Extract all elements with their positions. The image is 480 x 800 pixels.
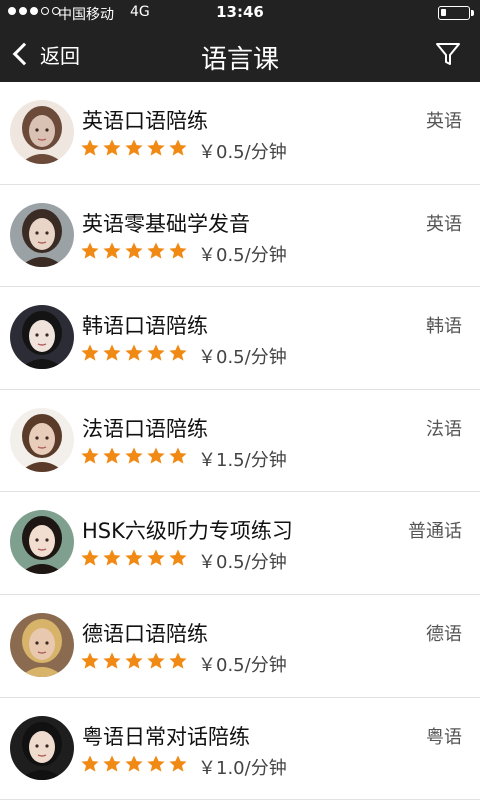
star-icon (125, 139, 143, 156)
avatar-portrait (10, 612, 74, 677)
star-icon (125, 242, 143, 259)
star-rating (80, 138, 188, 158)
star-icon (81, 549, 99, 566)
star-icon (103, 652, 121, 669)
star-icon (125, 549, 143, 566)
star-icon (169, 549, 187, 566)
course-language-tag: 韩语 (426, 316, 462, 338)
avatar (10, 305, 74, 370)
star-icon (147, 344, 165, 361)
course-item[interactable]: 法语口语陪练 法语 ￥1.5/分钟 (0, 389, 480, 493)
course-title: 法语口语陪练 (82, 416, 208, 441)
course-price: ￥0.5/分钟 (198, 142, 287, 163)
avatar-portrait (10, 100, 74, 164)
course-item[interactable]: 粤语日常对话陪练 粤语 ￥1.0/分钟 (0, 697, 480, 800)
chevron-left-icon (12, 42, 36, 66)
star-icon (81, 755, 99, 772)
battery-icon (438, 6, 474, 20)
course-item[interactable]: 德语口语陪练 德语 ￥0.5/分钟 (0, 594, 480, 698)
status-bar: 中国移动 4G 13:46 (0, 0, 480, 26)
star-icon (81, 139, 99, 156)
course-title: HSK六级听力专项练习 (82, 519, 293, 544)
star-icon (169, 242, 187, 259)
star-rating (80, 651, 188, 671)
star-icon (81, 652, 99, 669)
star-icon (103, 549, 121, 566)
course-language-tag: 英语 (426, 111, 462, 132)
course-language-tag: 英语 (426, 213, 462, 235)
filter-icon[interactable] (434, 40, 462, 68)
star-icon (147, 139, 165, 156)
course-title: 英语口语陪练 (82, 109, 208, 133)
star-icon (125, 652, 143, 669)
star-icon (103, 139, 121, 156)
course-language-tag: 法语 (426, 418, 462, 440)
back-button[interactable]: 返回 (8, 36, 80, 72)
course-language-tag: 普通话 (408, 521, 462, 543)
star-icon (169, 447, 187, 464)
avatar (10, 612, 74, 677)
avatar-portrait (10, 202, 74, 267)
course-title: 韩语口语陪练 (82, 314, 208, 339)
course-title: 德语口语陪练 (82, 621, 208, 646)
star-icon (125, 344, 143, 361)
star-rating (80, 754, 188, 774)
star-icon (169, 652, 187, 669)
course-price: ￥1.0/分钟 (198, 757, 287, 779)
course-language-tag: 粤语 (426, 726, 462, 748)
top-bar: 中国移动 4G 13:46 返回 语言课 (0, 0, 480, 82)
star-icon (147, 549, 165, 566)
star-icon (147, 652, 165, 669)
course-price: ￥0.5/分钟 (198, 347, 287, 369)
avatar (10, 202, 74, 267)
star-rating (80, 241, 188, 261)
course-item[interactable]: 韩语口语陪练 韩语 ￥0.5/分钟 (0, 287, 480, 390)
star-icon (81, 242, 99, 259)
star-icon (169, 755, 187, 772)
nav-bar: 返回 语言课 (0, 26, 480, 82)
course-price: ￥1.5/分钟 (198, 449, 287, 471)
avatar-portrait (10, 510, 74, 575)
avatar-portrait (10, 305, 74, 370)
star-icon (125, 755, 143, 772)
star-icon (103, 755, 121, 772)
avatar (10, 100, 74, 164)
course-item[interactable]: HSK六级听力专项练习 普通话 ￥0.5/分钟 (0, 492, 480, 595)
star-icon (147, 242, 165, 259)
back-label: 返回 (40, 43, 80, 68)
course-list: 英语口语陪练 英语 ￥0.5/分钟 英语零基础学发音 英语 ￥0.5/分钟 韩语… (0, 82, 480, 800)
star-icon (103, 344, 121, 361)
course-language-tag: 德语 (426, 623, 462, 645)
star-icon (169, 344, 187, 361)
course-title: 粤语日常对话陪练 (82, 724, 250, 749)
avatar (10, 510, 74, 575)
course-item[interactable]: 英语零基础学发音 英语 ￥0.5/分钟 (0, 184, 480, 288)
course-title: 英语零基础学发音 (82, 211, 250, 236)
star-icon (103, 242, 121, 259)
avatar (10, 407, 74, 472)
star-icon (81, 344, 99, 361)
star-rating (80, 343, 188, 363)
avatar-portrait (10, 715, 74, 780)
star-icon (147, 755, 165, 772)
star-icon (169, 139, 187, 156)
star-icon (103, 447, 121, 464)
star-rating (80, 548, 188, 568)
clock: 13:46 (216, 3, 264, 21)
course-price: ￥0.5/分钟 (198, 552, 287, 574)
course-price: ￥0.5/分钟 (198, 244, 287, 266)
star-rating (80, 446, 188, 466)
battery-level (441, 9, 446, 16)
course-item[interactable]: 英语口语陪练 英语 ￥0.5/分钟 (0, 82, 480, 185)
star-icon (147, 447, 165, 464)
star-icon (81, 447, 99, 464)
star-icon (125, 447, 143, 464)
course-price: ￥0.5/分钟 (198, 654, 287, 676)
avatar (10, 715, 74, 780)
avatar-portrait (10, 407, 74, 472)
